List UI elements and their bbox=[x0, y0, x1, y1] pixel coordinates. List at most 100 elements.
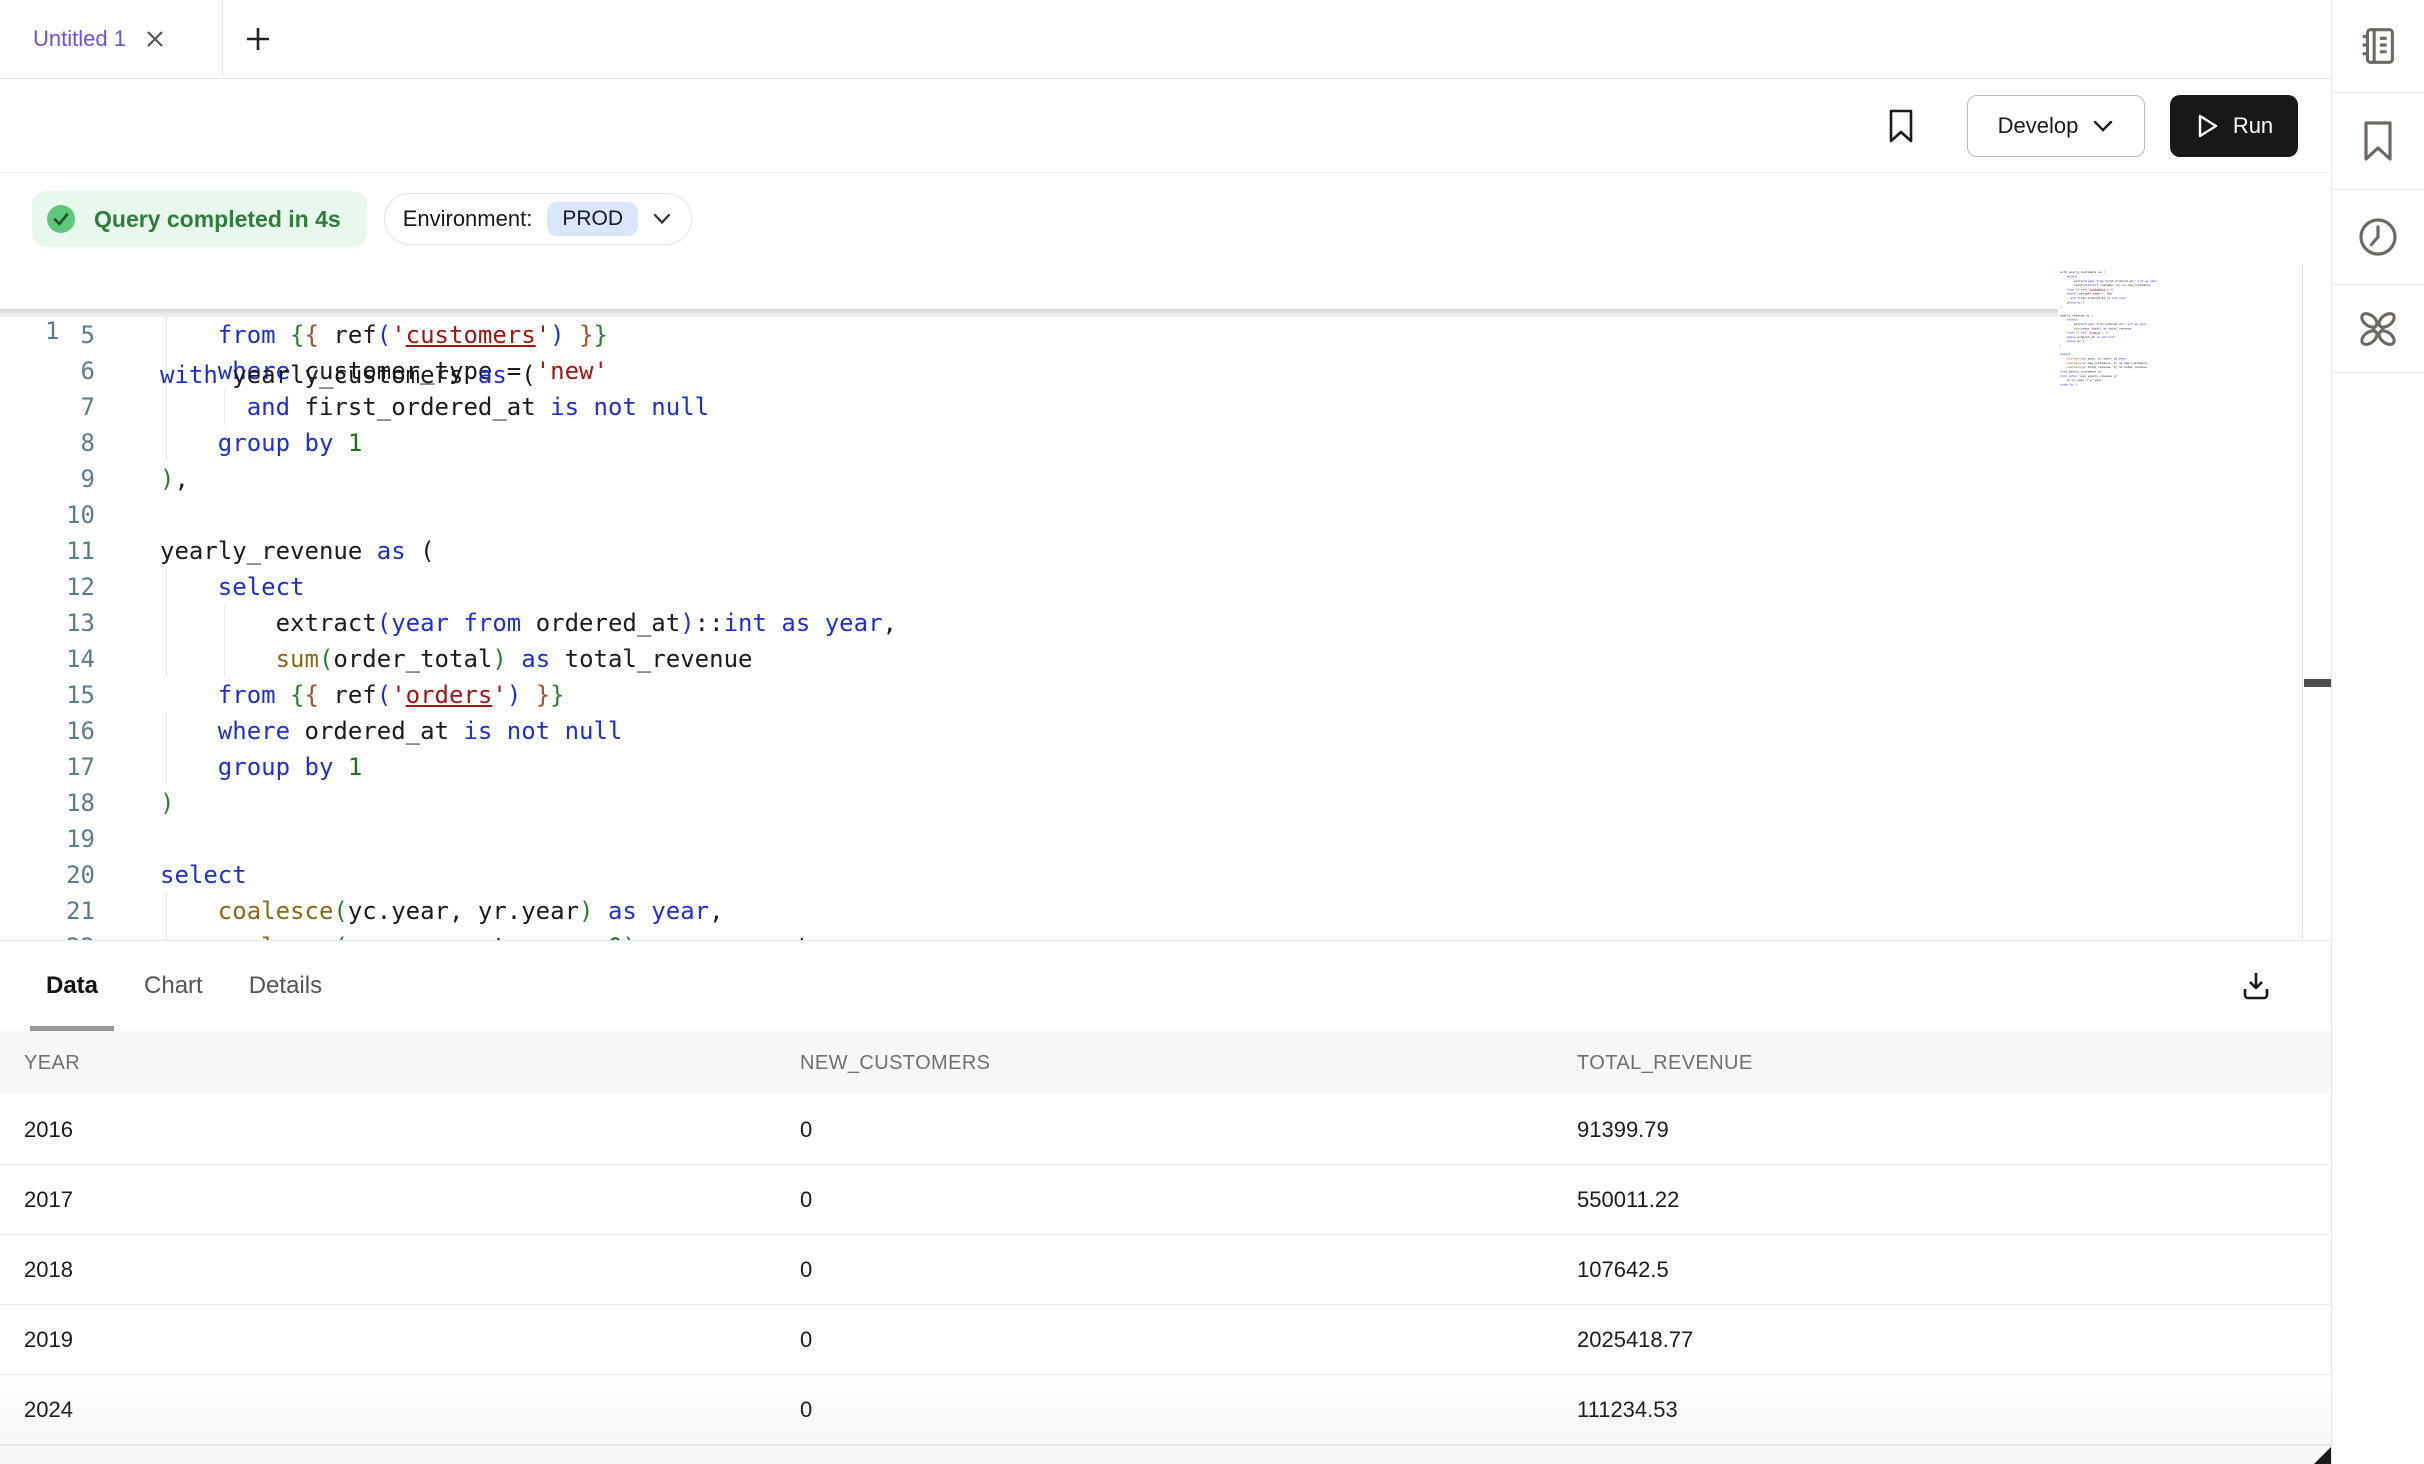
line-number: 18 bbox=[0, 785, 95, 821]
develop-label: Develop bbox=[1998, 113, 2079, 139]
close-icon[interactable] bbox=[142, 26, 168, 52]
table-cell: 2019 bbox=[0, 1327, 776, 1353]
table-header: YEARNEW_CUSTOMERSTOTAL_REVENUE bbox=[0, 1031, 2331, 1095]
code-text: select bbox=[160, 857, 247, 893]
table-body: 2016091399.7920170550011.2220180107642.5… bbox=[0, 1095, 2331, 1445]
table-cell: 2024 bbox=[0, 1397, 776, 1423]
notebook-icon[interactable] bbox=[2332, 0, 2424, 93]
bookmark-icon[interactable] bbox=[1887, 108, 1915, 144]
code-text: ), bbox=[160, 461, 189, 497]
develop-dropdown[interactable]: Develop bbox=[1967, 95, 2145, 157]
code-line-17[interactable]: 17 group by 1 bbox=[0, 749, 2302, 785]
table-cell: 107642.5 bbox=[1553, 1257, 2331, 1283]
code-line-14[interactable]: 14 sum(order_total) as total_revenue bbox=[0, 641, 2302, 677]
run-label: Run bbox=[2233, 113, 2273, 139]
table-row[interactable]: 2016091399.79 bbox=[0, 1095, 2331, 1165]
code-text: coalesce(yc.new_customers, 0) as new_cus… bbox=[160, 929, 897, 940]
code-line-21[interactable]: 21 coalesce(yc.year, yr.year) as year, bbox=[0, 893, 2302, 929]
tab-bar: Untitled 1 bbox=[0, 0, 2331, 79]
code-line-13[interactable]: 13 extract(year from ordered_at)::int as… bbox=[0, 605, 2302, 641]
code-text: where ordered_at is not null bbox=[160, 713, 622, 749]
line-number: 10 bbox=[0, 497, 95, 533]
code-text: ) bbox=[160, 785, 174, 821]
horizontal-scrollbar-track[interactable] bbox=[0, 1445, 2331, 1464]
download-icon[interactable] bbox=[2238, 968, 2274, 1004]
tab-untitled-1[interactable]: Untitled 1 bbox=[0, 0, 223, 78]
code-line-10[interactable]: 10 bbox=[0, 497, 2302, 533]
code-lines: 5 from {{ ref('customers') }}6 where cus… bbox=[0, 317, 2302, 940]
sticky-shadow bbox=[0, 309, 2058, 317]
code-text: group by 1 bbox=[160, 749, 362, 785]
tab-title: Untitled 1 bbox=[33, 26, 126, 52]
column-header-new_customers: NEW_CUSTOMERS bbox=[776, 1052, 1553, 1075]
results-tab-details[interactable]: Details bbox=[233, 941, 338, 1031]
results-tab-chart[interactable]: Chart bbox=[128, 941, 219, 1031]
play-icon bbox=[2195, 112, 2221, 140]
code-text: select bbox=[160, 569, 305, 605]
code-line-22[interactable]: 22 coalesce(yc.new_customers, 0) as new_… bbox=[0, 929, 2302, 940]
table-cell: 2018 bbox=[0, 1257, 776, 1283]
resize-grip-icon[interactable] bbox=[2314, 1447, 2331, 1464]
code-text: sum(order_total) as total_revenue bbox=[160, 641, 752, 677]
code-line-18[interactable]: 18) bbox=[0, 785, 2302, 821]
compass-star-icon[interactable] bbox=[2332, 285, 2424, 373]
table-cell: 0 bbox=[776, 1187, 1553, 1213]
status-row: Query completed in 4s Environment: PROD bbox=[0, 173, 2331, 265]
line-number: 20 bbox=[0, 857, 95, 893]
table-cell: 0 bbox=[776, 1257, 1553, 1283]
table-cell: 91399.79 bbox=[1553, 1117, 2331, 1143]
table-row[interactable]: 20240111234.53 bbox=[0, 1375, 2331, 1445]
chevron-down-icon bbox=[653, 213, 671, 225]
line-number: 13 bbox=[0, 605, 95, 641]
code-line-8[interactable]: 8 group by 1 bbox=[0, 425, 2302, 461]
line-number: 12 bbox=[0, 569, 95, 605]
code-text: extract(year from ordered_at)::int as ye… bbox=[160, 605, 897, 641]
table-cell: 0 bbox=[776, 1397, 1553, 1423]
code-line-12[interactable]: 12 select bbox=[0, 569, 2302, 605]
table-cell: 0 bbox=[776, 1117, 1553, 1143]
line-number: 14 bbox=[0, 641, 95, 677]
code-line-15[interactable]: 15 from {{ ref('orders') }} bbox=[0, 677, 2302, 713]
table-cell: 2017 bbox=[0, 1187, 776, 1213]
code-text: coalesce(yc.year, yr.year) as year, bbox=[160, 893, 724, 929]
minimap-content: with yearly_customers as ( select extrac… bbox=[2060, 270, 2211, 387]
line-number: 21 bbox=[0, 893, 95, 929]
line-number: 9 bbox=[0, 461, 95, 497]
table-row[interactable]: 201902025418.77 bbox=[0, 1305, 2331, 1375]
chevron-down-icon bbox=[2092, 119, 2114, 133]
code-line-19[interactable]: 19 bbox=[0, 821, 2302, 857]
rail-spacer bbox=[2332, 373, 2424, 1464]
line-number: 17 bbox=[0, 749, 95, 785]
plus-icon bbox=[243, 24, 273, 54]
table-row[interactable]: 20180107642.5 bbox=[0, 1235, 2331, 1305]
table-cell: 2016 bbox=[0, 1117, 776, 1143]
new-tab-button[interactable] bbox=[223, 0, 293, 78]
code-text: group by 1 bbox=[160, 425, 362, 461]
code-line-9[interactable]: 9), bbox=[0, 461, 2302, 497]
minimap[interactable]: with yearly_customers as ( select extrac… bbox=[2060, 270, 2212, 394]
history-clock-icon[interactable] bbox=[2332, 190, 2424, 285]
run-button[interactable]: Run bbox=[2170, 95, 2298, 157]
query-status-text: Query completed in 4s bbox=[94, 206, 341, 233]
code-text: from {{ ref('customers') }} bbox=[160, 317, 608, 353]
table-row[interactable]: 20170550011.22 bbox=[0, 1165, 2331, 1235]
code-line-16[interactable]: 16 where ordered_at is not null bbox=[0, 713, 2302, 749]
results-tab-data[interactable]: Data bbox=[30, 941, 114, 1031]
sql-code-editor[interactable]: 1 with yearly_customers as ( 5 from {{ r… bbox=[0, 265, 2331, 940]
right-icon-rail bbox=[2331, 0, 2424, 1464]
sticky-line: 1 with yearly_customers as ( bbox=[0, 265, 2331, 309]
table-cell: 550011.22 bbox=[1553, 1187, 2331, 1213]
line-number: 16 bbox=[0, 713, 95, 749]
environment-label: Environment: bbox=[403, 206, 533, 232]
environment-value-chip: PROD bbox=[547, 202, 638, 236]
code-line-20[interactable]: 20 select bbox=[0, 857, 2302, 893]
editor-scrollbar-thumb[interactable] bbox=[2304, 679, 2331, 687]
code-line-5[interactable]: 5 from {{ ref('customers') }} bbox=[0, 317, 2302, 353]
code-line-11[interactable]: 11yearly_revenue as ( bbox=[0, 533, 2302, 569]
column-header-total_revenue: TOTAL_REVENUE bbox=[1553, 1052, 2331, 1075]
environment-selector[interactable]: Environment: PROD bbox=[384, 193, 692, 245]
results-panel: DataChartDetails YEARNEW_CUSTOMERSTOTAL_… bbox=[0, 940, 2331, 1464]
line-number: 15 bbox=[0, 677, 95, 713]
bookmark-icon[interactable] bbox=[2332, 93, 2424, 190]
editor-scrollbar[interactable] bbox=[2302, 265, 2331, 940]
